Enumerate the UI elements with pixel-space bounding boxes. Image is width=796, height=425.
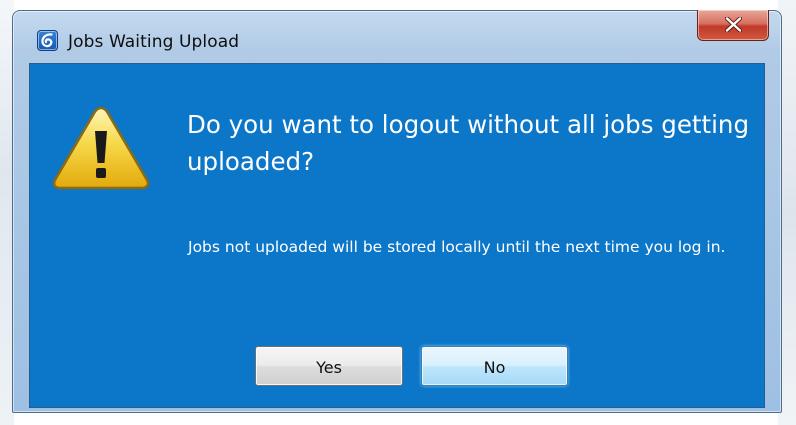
- dialog-heading: Do you want to logout without all jobs g…: [187, 110, 749, 176]
- close-icon: [725, 17, 742, 32]
- title-bar[interactable]: Jobs Waiting Upload: [13, 10, 781, 63]
- window-title: Jobs Waiting Upload: [68, 32, 240, 52]
- close-button[interactable]: [697, 10, 769, 41]
- dialog-window: Jobs Waiting Upload Do you want to logou…: [12, 10, 782, 413]
- no-button[interactable]: No: [421, 346, 568, 386]
- no-button-label: No: [483, 357, 506, 377]
- warning-icon: [52, 106, 150, 190]
- yes-button[interactable]: Yes: [255, 346, 403, 386]
- yes-button-label: Yes: [316, 357, 342, 377]
- app-logo-icon: [37, 30, 58, 51]
- dialog-message: Jobs not uploaded will be stored locally…: [188, 238, 726, 256]
- dialog-body: Do you want to logout without all jobs g…: [29, 63, 765, 408]
